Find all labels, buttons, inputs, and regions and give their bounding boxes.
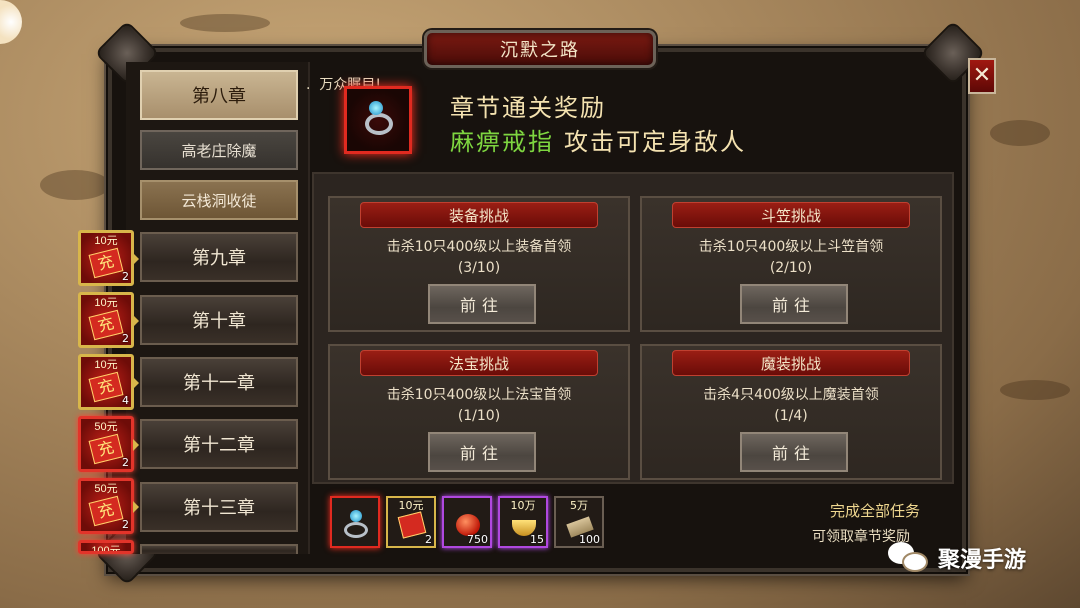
task-card-equipment: 装备挑战 击杀10只400级以上装备首领 (3/10) 前往 (328, 196, 630, 332)
chapter-12-button[interactable]: 第十二章 (140, 419, 298, 469)
task-progress: (2/10) (769, 260, 813, 276)
chapter-9-button[interactable]: 第九章 (140, 232, 298, 282)
task-desc: 击杀10只400级以上斗笠首领 (698, 239, 884, 255)
chapter-11-button[interactable]: 第十一章 (140, 357, 298, 407)
task-title: 斗笠挑战 (672, 202, 910, 228)
arrow-right-icon (133, 501, 139, 513)
ring-icon[interactable] (344, 86, 412, 154)
go-button[interactable]: 前往 (428, 284, 536, 324)
recharge-card-icon: 充 (88, 309, 124, 341)
ring-band (365, 113, 393, 135)
task-card-hat: 斗笠挑战 击杀10只400级以上斗笠首领 (2/10) 前往 (640, 196, 942, 332)
task-title: 魔装挑战 (672, 350, 910, 376)
recharge-count: 2 (122, 332, 129, 345)
recharge-card-icon (397, 511, 427, 539)
recharge-amount: 10元 (94, 359, 118, 371)
reward-item-name: 麻痹戒指 (450, 128, 554, 156)
recharge-amount: 10元 (94, 297, 118, 309)
recharge-count: 2 (122, 456, 129, 469)
chapter-reward-desc: 麻痹戒指 攻击可定身敌人 (450, 122, 746, 157)
reward-count: 2 (425, 533, 432, 546)
watermark: 聚漫手游 (888, 540, 1026, 576)
go-button[interactable]: 前往 (428, 432, 536, 472)
reward-label: 10元 (398, 499, 424, 512)
task-progress: (3/10) (457, 260, 501, 276)
task-desc: 击杀10只400级以上法宝首领 (386, 387, 572, 403)
recharge-badge[interactable]: 50元 充 2 (78, 478, 139, 534)
desert-rock (180, 14, 270, 32)
reward-slot-fruit[interactable]: 750 (442, 496, 492, 548)
task-title: 法宝挑战 (360, 350, 598, 376)
recharge-badge[interactable]: 50元 充 2 (78, 416, 139, 472)
arrow-right-icon (133, 315, 139, 327)
recharge-amount: 100元 (91, 545, 121, 554)
reward-label: 10万 (510, 499, 536, 512)
dialog-title: 沉默之路 (424, 30, 656, 68)
chapter-sidebar: 第八章 高老庄除魔 云栈洞收徒 第九章 第十章 第十一章 第十二章 第十三章 (126, 62, 310, 554)
go-button[interactable]: 前往 (740, 284, 848, 324)
ring-gem (350, 510, 362, 522)
reward-count: 15 (530, 533, 544, 546)
reward-slot-ingot[interactable]: 10万 15 (498, 496, 548, 548)
recharge-amount: 50元 (94, 421, 118, 433)
chapter-reward-title: 章节通关奖励 (450, 94, 606, 122)
task-panel: 装备挑战 击杀10只400级以上装备首领 (3/10) 前往 斗笠挑战 击杀10… (312, 172, 954, 484)
recharge-card-icon: 充 (88, 495, 124, 527)
reward-label: 5万 (570, 499, 588, 512)
desert-rock (990, 120, 1050, 146)
complete-all-tasks-text: 完成全部任务 (830, 502, 921, 520)
arrow-right-icon (133, 439, 139, 451)
task-title: 装备挑战 (360, 202, 598, 228)
recharge-badge[interactable]: 10元 充 2 (78, 292, 139, 348)
reward-count: 100 (579, 533, 600, 546)
task-progress: (1/10) (457, 408, 501, 424)
reward-slot-recharge[interactable]: 10元 2 (386, 496, 436, 548)
subtask-yunzhandong-button[interactable]: 云栈洞收徒 (140, 180, 298, 220)
arrow-right-icon (133, 253, 139, 265)
reward-slot-scroll[interactable]: 5万 100 (554, 496, 604, 548)
reward-slot-ring[interactable] (330, 496, 380, 548)
chapter-10-button[interactable]: 第十章 (140, 295, 298, 345)
recharge-badge[interactable]: 10元 充 4 (78, 354, 139, 410)
ring-icon (344, 522, 368, 538)
go-button[interactable]: 前往 (740, 432, 848, 472)
watermark-text: 聚漫手游 (938, 548, 1027, 573)
wechat-icon (888, 540, 930, 576)
recharge-card-icon: 充 (88, 247, 124, 279)
recharge-amount: 10元 (94, 235, 118, 247)
chapter-13-button[interactable]: 第十三章 (140, 482, 298, 532)
arrow-right-icon (133, 377, 139, 389)
desert-shrub (40, 170, 110, 200)
recharge-badge[interactable]: 10元 充 2 (78, 230, 139, 286)
avatar[interactable] (0, 0, 22, 44)
recharge-count: 2 (122, 518, 129, 531)
task-desc: 击杀4只400级以上魔装首领 (703, 387, 879, 403)
chapter-8-button[interactable]: 第八章 (140, 70, 298, 120)
reward-count: 750 (467, 533, 488, 546)
task-card-treasure: 法宝挑战 击杀10只400级以上法宝首领 (1/10) 前往 (328, 344, 630, 480)
recharge-count: 4 (122, 394, 129, 407)
close-button[interactable]: ✕ (968, 58, 996, 94)
ring-gem (369, 101, 383, 115)
task-desc: 击杀10只400级以上装备首领 (386, 239, 572, 255)
recharge-card-icon: 充 (88, 433, 124, 465)
desert-rock (1000, 380, 1070, 400)
task-progress: (1/4) (774, 408, 808, 424)
recharge-count: 2 (122, 270, 129, 283)
chapter-14-button-partial[interactable] (140, 544, 298, 554)
task-card-demon-gear: 魔装挑战 击杀4只400级以上魔装首领 (1/4) 前往 (640, 344, 942, 480)
subtask-gaolaozhuang-button[interactable]: 高老庄除魔 (140, 130, 298, 170)
recharge-amount: 50元 (94, 483, 118, 495)
reward-item-effect: 攻击可定身敌人 (564, 128, 746, 156)
recharge-badge[interactable]: 100元 (78, 540, 134, 554)
recharge-card-icon: 充 (88, 371, 124, 403)
